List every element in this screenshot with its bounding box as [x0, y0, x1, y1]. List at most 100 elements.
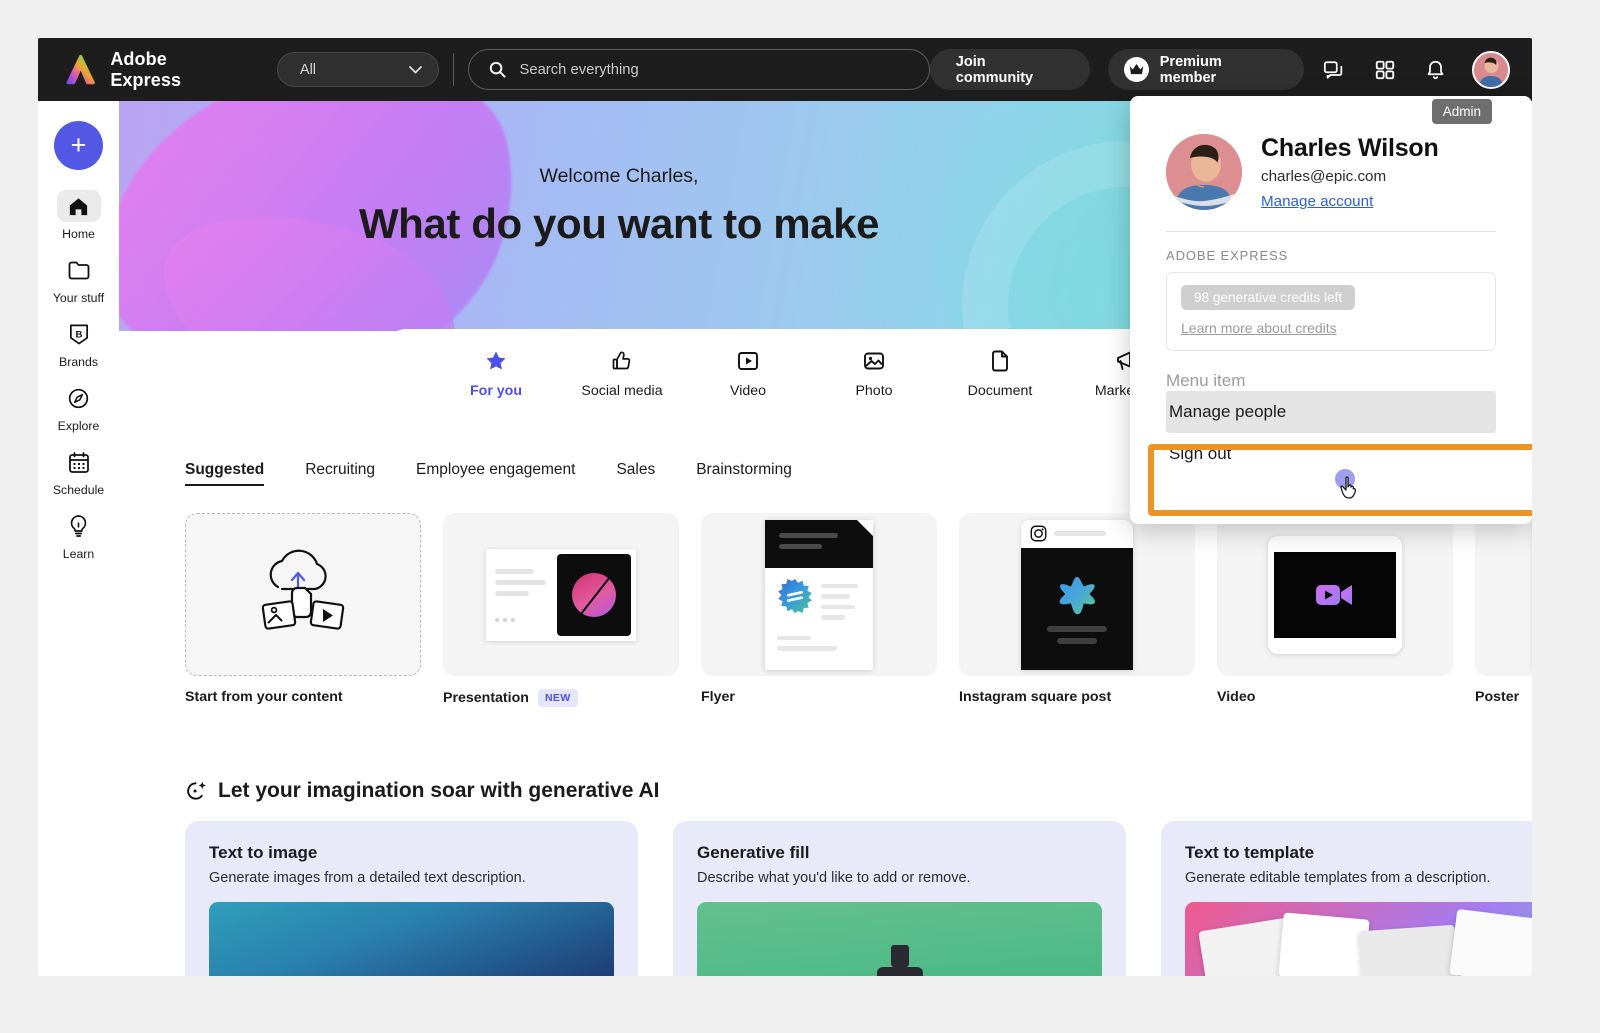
create-new-button[interactable]: +: [54, 121, 103, 170]
learn-more-credits-link[interactable]: Learn more about credits: [1181, 320, 1481, 336]
chevron-down-icon: [409, 65, 423, 73]
genai-card-text-to-image[interactable]: Text to image Generate images from a det…: [185, 821, 638, 976]
template-card-flyer[interactable]: Flyer: [701, 513, 937, 707]
subtab-suggested[interactable]: Suggested: [185, 461, 265, 486]
sidebar-item-schedule[interactable]: Schedule: [44, 446, 114, 497]
mouse-cursor-pointer-icon: [1340, 476, 1357, 499]
sparkle-wand-icon: [187, 781, 206, 800]
subtab-brainstorming[interactable]: Brainstorming: [696, 461, 792, 486]
sidebar-item-explore[interactable]: Explore: [44, 382, 114, 433]
genai-card-title: Generative fill: [697, 843, 810, 862]
subtab-sales[interactable]: Sales: [616, 461, 655, 486]
sidebar-item-learn[interactable]: Learn: [44, 510, 114, 561]
sidebar-label: Schedule: [52, 483, 105, 497]
instagram-post-preview: [959, 513, 1195, 676]
genai-card-image-perfume: [697, 902, 1102, 976]
apps-grid-icon[interactable]: [1364, 49, 1405, 91]
tab-video[interactable]: Video: [685, 346, 811, 399]
menu-section-label: Menu item: [1166, 371, 1246, 390]
admin-badge: Admin: [1431, 99, 1492, 124]
genai-card-desc: Generate images from a detailed text des…: [209, 870, 526, 886]
video-frame: [1274, 551, 1396, 638]
template-card-label: Poster: [1475, 689, 1520, 705]
page-title: What do you want to make: [358, 200, 880, 247]
video-mock: [1268, 535, 1402, 654]
search-placeholder: Search everything: [519, 61, 639, 78]
genai-card-desc: Generate editable templates from a descr…: [1185, 870, 1491, 886]
video-camera-icon: [1316, 584, 1352, 605]
instagram-image: [1021, 547, 1133, 670]
brand-name: Adobe Express: [110, 48, 182, 90]
sidebar-item-brands[interactable]: B Brands: [44, 318, 114, 369]
bottle-neck-graphic: [890, 945, 909, 967]
generative-ai-heading-group: Let your imagination soar with generativ…: [185, 779, 659, 803]
template-card-label: Presentation: [443, 690, 529, 706]
subtab-employee-engagement[interactable]: Employee engagement: [416, 461, 575, 486]
new-badge: NEW: [537, 689, 578, 707]
template-card-start-from-content[interactable]: Start from your content: [185, 513, 421, 707]
calendar-icon: [57, 446, 101, 478]
folder-icon: [57, 254, 101, 286]
welcome-message: Welcome Charles,: [539, 165, 699, 187]
instagram-caption-placeholder-2: [1057, 637, 1097, 644]
presentation-text-block: [486, 549, 557, 641]
tab-for-you[interactable]: For you: [433, 346, 559, 399]
avatar[interactable]: [1472, 50, 1510, 89]
flower-star-graphic: [1059, 576, 1095, 614]
profile-user-block: Charles Wilson charles@epic.com Manage a…: [1166, 134, 1496, 211]
template-card-instagram-square-post[interactable]: Instagram square post: [959, 513, 1195, 707]
genai-card-text-to-template[interactable]: Text to template Generate editable templ…: [1161, 821, 1532, 976]
sidebar-label: Learn: [62, 547, 95, 561]
tab-photo[interactable]: Photo: [811, 346, 937, 399]
premium-member-button[interactable]: Premium member: [1107, 49, 1304, 90]
sidebar-item-your-stuff[interactable]: Your stuff: [44, 254, 114, 305]
template-card-label: Instagram square post: [959, 689, 1112, 705]
tab-label: Social media: [581, 382, 663, 399]
search-scope-value: All: [299, 61, 317, 78]
profile-avatar[interactable]: [1166, 134, 1242, 210]
subtab-recruiting[interactable]: Recruiting: [305, 461, 375, 486]
poster-preview: [1475, 513, 1532, 676]
join-community-button[interactable]: Join community: [929, 49, 1090, 90]
sidebar-item-home[interactable]: Home: [44, 190, 114, 241]
menu-item-sign-out[interactable]: Sign out: [1166, 433, 1496, 475]
svg-text:B: B: [75, 329, 82, 340]
top-header: Adobe Express All Search everything Join…: [38, 38, 1532, 101]
brand-logo-group[interactable]: Adobe Express: [65, 49, 240, 91]
tab-document[interactable]: Document: [937, 346, 1063, 399]
hero-text-group: Welcome Charles, What do you want to mak…: [119, 101, 1119, 248]
document-icon: [988, 346, 1012, 376]
tab-label: Photo: [855, 382, 893, 399]
template-card-video[interactable]: Video: [1217, 513, 1453, 707]
search-input[interactable]: Search everything: [468, 49, 930, 90]
manage-account-link[interactable]: Manage account: [1261, 193, 1373, 210]
app-window: Adobe Express All Search everything Join…: [38, 38, 1532, 976]
dropdown-divider: [1166, 231, 1496, 232]
sidebar-label: Your stuff: [52, 291, 105, 305]
template-card-presentation[interactable]: Presentation NEW: [443, 513, 679, 707]
premium-member-label: Premium member: [1159, 53, 1222, 86]
instagram-username-placeholder: [1054, 531, 1106, 536]
profile-dropdown-panel: Admin Charles Wilson charles@epic.com Ma…: [1130, 96, 1532, 524]
genai-card-generative-fill[interactable]: Generative fill Describe what you'd like…: [673, 821, 1126, 976]
chat-bubbles-icon[interactable]: [1314, 49, 1355, 91]
flyer-mock: [765, 519, 873, 670]
page-fold-corner: [857, 519, 873, 536]
flyer-header: [765, 519, 873, 568]
template-card-poster[interactable]: Poster: [1475, 513, 1532, 707]
lightbulb-icon: [57, 510, 101, 542]
bell-icon[interactable]: [1415, 49, 1456, 91]
instagram-mock: [1021, 519, 1133, 670]
template-card-label: Video: [1217, 689, 1256, 705]
menu-item-manage-people[interactable]: Manage people: [1166, 391, 1496, 433]
tab-social-media[interactable]: Social media: [559, 346, 685, 399]
credits-box: 98 generative credits left Learn more ab…: [1166, 272, 1496, 351]
presentation-preview: [443, 513, 679, 676]
upload-cloud-icon: [185, 513, 421, 676]
template-card-label-group: Poster: [1475, 689, 1532, 705]
flyer-lines: [821, 578, 863, 626]
compass-icon: [57, 382, 101, 414]
genai-card-image-templates: [1185, 902, 1532, 976]
video-play-icon: [736, 346, 760, 376]
search-scope-select[interactable]: All: [276, 52, 440, 87]
